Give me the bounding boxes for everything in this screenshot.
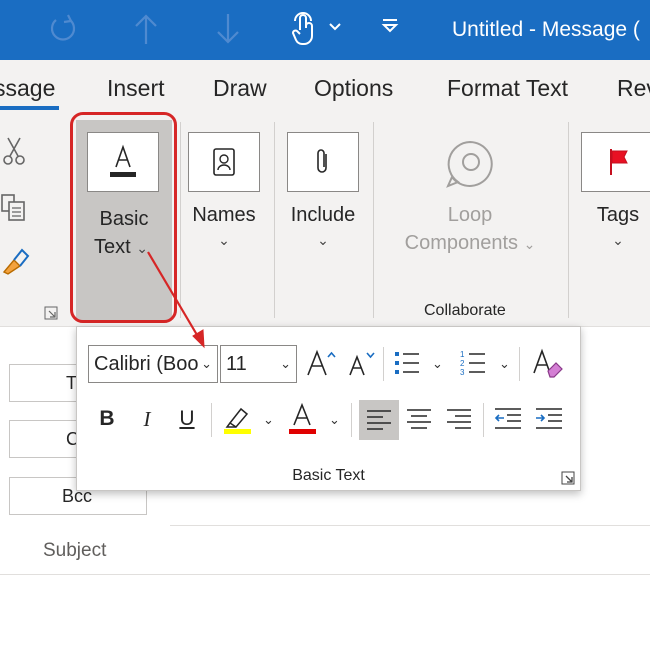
annotation-arrow [147,251,205,349]
